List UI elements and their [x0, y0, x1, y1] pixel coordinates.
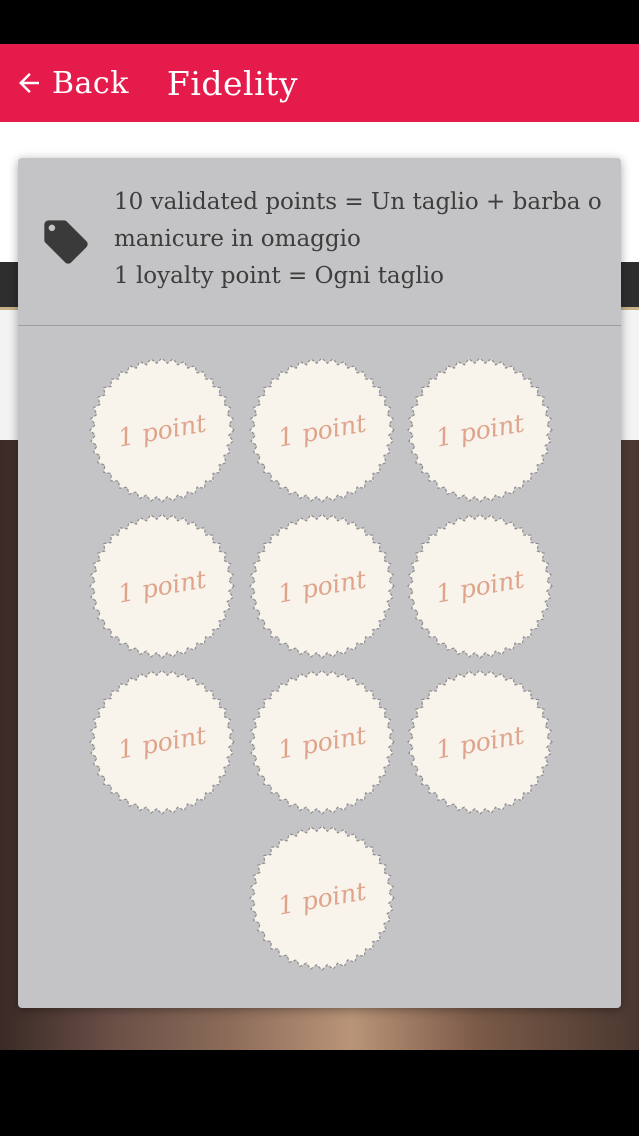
rules-section: 10 validated points = Un taglio + barba …	[18, 158, 621, 326]
loyalty-stamp[interactable]: 1 point	[406, 668, 554, 816]
stamp-label: 1 point	[275, 719, 369, 765]
loyalty-stamp[interactable]: 1 point	[248, 824, 396, 972]
stamp-label: 1 point	[275, 407, 369, 453]
status-bar	[0, 0, 639, 44]
rule-loyalty-point: 1 loyalty point = Ogni taglio	[114, 263, 444, 289]
page-title: Fidelity	[166, 63, 299, 103]
tag-icon	[44, 220, 88, 264]
loyalty-stamp[interactable]: 1 point	[248, 356, 396, 504]
loyalty-stamp[interactable]: 1 point	[406, 356, 554, 504]
loyalty-stamp[interactable]: 1 point	[406, 512, 554, 660]
stamp-label: 1 point	[275, 563, 369, 609]
loyalty-stamp[interactable]: 1 point	[88, 512, 236, 660]
stamp-label: 1 point	[115, 719, 209, 765]
stamp-label: 1 point	[433, 407, 527, 453]
stamp-label: 1 point	[115, 407, 209, 453]
rules-text: 10 validated points = Un taglio + barba …	[114, 184, 604, 295]
back-label: Back	[52, 65, 129, 101]
loyalty-stamp[interactable]: 1 point	[248, 668, 396, 816]
stamp-label: 1 point	[433, 563, 527, 609]
loyalty-stamp[interactable]: 1 point	[88, 356, 236, 504]
fidelity-card-dialog: 10 validated points = Un taglio + barba …	[18, 158, 621, 1008]
stamp-label: 1 point	[275, 875, 369, 921]
app-bar: Back Fidelity	[0, 44, 639, 122]
back-button[interactable]: Back	[14, 66, 129, 101]
loyalty-stamp[interactable]: 1 point	[248, 512, 396, 660]
stamp-label: 1 point	[433, 719, 527, 765]
stamp-label: 1 point	[115, 563, 209, 609]
arrow-left-icon	[19, 73, 39, 93]
loyalty-stamp[interactable]: 1 point	[88, 668, 236, 816]
rule-validated-points: 10 validated points = Un taglio + barba …	[114, 189, 602, 252]
navigation-bar	[0, 1050, 639, 1136]
